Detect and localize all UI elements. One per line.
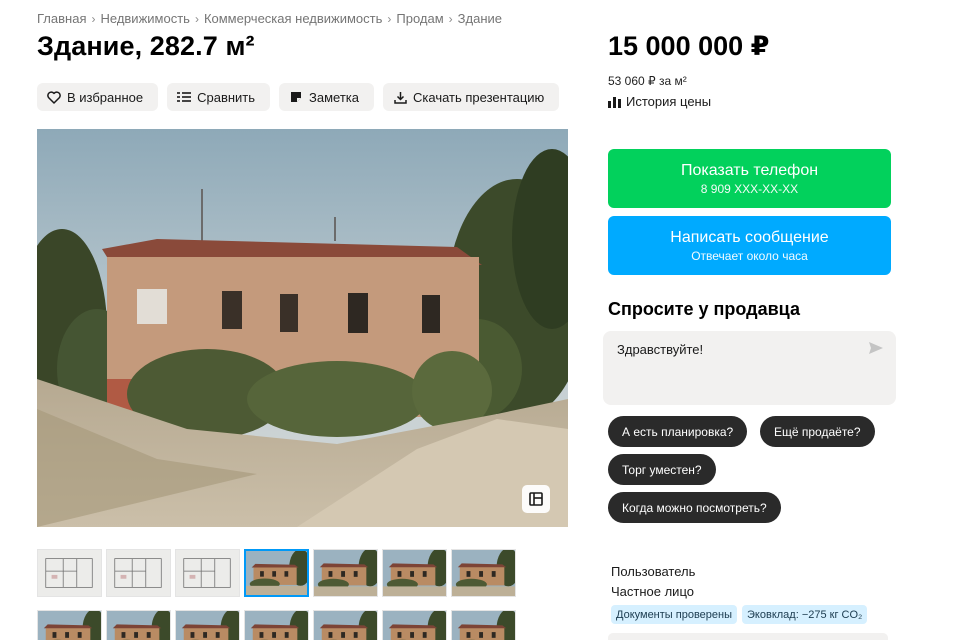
thumbnail-photo[interactable] bbox=[244, 610, 309, 640]
note-icon bbox=[288, 89, 304, 105]
write-message-label: Написать сообщение bbox=[670, 228, 829, 246]
thumbnail-photo[interactable] bbox=[382, 549, 447, 597]
send-icon[interactable] bbox=[868, 341, 884, 360]
download-icon bbox=[392, 89, 408, 105]
ask-seller-title: Спросите у продавца bbox=[608, 299, 800, 319]
price-history-label: История цены bbox=[626, 94, 712, 109]
favorite-button[interactable]: В избранное bbox=[37, 83, 159, 111]
seller-type[interactable]: Частное лицо bbox=[611, 584, 694, 599]
price-per-meter: 53 060 ₽ за м² bbox=[608, 74, 687, 88]
note-label: Заметка bbox=[309, 89, 360, 105]
gallery-icon bbox=[529, 492, 543, 506]
favorite-label: В избранное bbox=[67, 89, 144, 105]
thumbnail-photo[interactable] bbox=[175, 610, 240, 640]
heart-icon bbox=[46, 89, 62, 105]
download-presentation-button[interactable]: Скачать презентацию bbox=[383, 83, 560, 111]
breadcrumb-separator: › bbox=[194, 11, 199, 26]
breadcrumb-building[interactable]: Здание bbox=[458, 11, 502, 26]
ask-message-text: Здравствуйте! bbox=[617, 342, 704, 357]
main-photo[interactable] bbox=[37, 129, 568, 527]
thumbnail-floorplan[interactable] bbox=[175, 549, 240, 597]
quick-question-chip-still-selling[interactable]: Ещё продаёте? bbox=[760, 416, 875, 447]
breadcrumb-separator: › bbox=[91, 11, 96, 26]
breadcrumb-commercial[interactable]: Коммерческая недвижимость bbox=[204, 11, 382, 26]
thumbnail-floorplan[interactable] bbox=[106, 549, 171, 597]
compare-icon bbox=[176, 89, 192, 105]
thumbnail-photo[interactable] bbox=[382, 610, 447, 640]
chart-icon bbox=[608, 96, 621, 108]
thumbnail-photo[interactable] bbox=[106, 610, 171, 640]
write-message-button[interactable]: Написать сообщение Отвечает около часа bbox=[608, 216, 891, 275]
price-history-link[interactable]: История цены bbox=[608, 94, 711, 109]
response-time: Отвечает около часа bbox=[691, 248, 808, 263]
breadcrumb-separator: › bbox=[387, 11, 392, 26]
masked-phone: 8 909 XXX-XX-XX bbox=[700, 181, 799, 196]
thumbnail-photo[interactable] bbox=[313, 610, 378, 640]
breadcrumb-sell[interactable]: Продам bbox=[396, 11, 443, 26]
show-phone-label: Показать телефон bbox=[680, 161, 819, 179]
quick-question-chip-bargain[interactable]: Торг уместен? bbox=[608, 454, 716, 485]
breadcrumb-home[interactable]: Главная bbox=[37, 11, 86, 26]
compare-button[interactable]: Сравнить bbox=[167, 83, 271, 111]
building-photo bbox=[37, 129, 568, 527]
eco-contribution-badge[interactable]: Эковклад: −275 кг CO₂ bbox=[742, 605, 868, 624]
next-section-edge bbox=[608, 633, 888, 640]
note-button[interactable]: Заметка bbox=[279, 83, 375, 111]
thumbnail-photo[interactable] bbox=[244, 549, 309, 597]
download-label: Скачать презентацию bbox=[413, 89, 545, 105]
thumbnail-photo[interactable] bbox=[313, 549, 378, 597]
documents-verified-badge: Документы проверены bbox=[611, 605, 738, 624]
breadcrumb: Главная › Недвижимость › Коммерческая не… bbox=[37, 11, 502, 26]
gallery-view-button[interactable] bbox=[522, 485, 550, 513]
seller-badges: Документы проверены Эковклад: −275 кг CO… bbox=[611, 605, 868, 624]
page-title: Здание, 282.7 м² bbox=[37, 31, 255, 61]
thumbnail-photo[interactable] bbox=[37, 610, 102, 640]
price: 15 000 000 ₽ bbox=[608, 31, 770, 61]
breadcrumb-separator: › bbox=[448, 11, 453, 26]
show-phone-button[interactable]: Показать телефон 8 909 XXX-XX-XX bbox=[608, 149, 891, 208]
thumbnail-photo[interactable] bbox=[451, 549, 516, 597]
listing-actions: В избранное Сравнить Заметка Скачать пре… bbox=[37, 83, 560, 111]
thumbnail-strip bbox=[37, 549, 523, 640]
thumbnail-floorplan[interactable] bbox=[37, 549, 102, 597]
seller-role: Пользователь bbox=[611, 564, 696, 579]
thumbnail-photo[interactable] bbox=[451, 610, 516, 640]
quick-question-chip-viewing[interactable]: Когда можно посмотреть? bbox=[608, 492, 781, 523]
breadcrumb-realty[interactable]: Недвижимость bbox=[100, 11, 189, 26]
compare-label: Сравнить bbox=[197, 89, 256, 105]
quick-question-chip-layout[interactable]: А есть планировка? bbox=[608, 416, 748, 447]
ask-message-input[interactable]: Здравствуйте! bbox=[603, 331, 896, 405]
